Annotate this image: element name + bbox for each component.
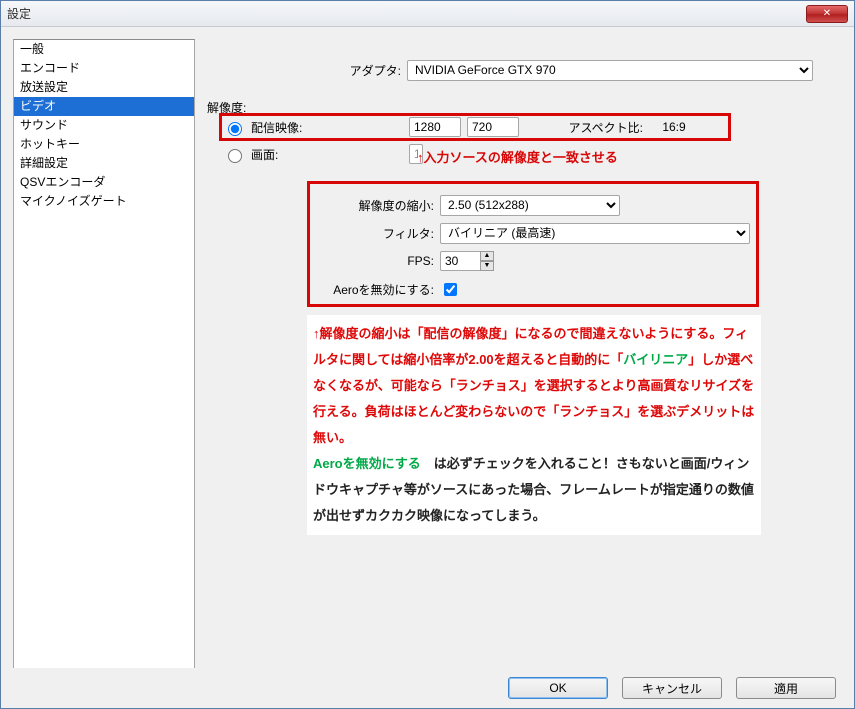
fps-up-icon[interactable]: ▲ (480, 251, 494, 261)
sidebar-item-video[interactable]: ビデオ (14, 97, 194, 116)
radio-stream-video[interactable] (228, 122, 242, 136)
adapter-select[interactable]: NVIDIA GeForce GTX 970 (407, 60, 813, 81)
annotation-text-resolution: ↑入力ソースの解像度と一致させる (417, 147, 618, 166)
filter-select[interactable]: バイリニア (最高速) (440, 223, 750, 244)
aero-label: Aeroを無効にする: (310, 281, 440, 298)
fps-input[interactable] (440, 251, 480, 271)
aspect-label: アスペクト比: (525, 119, 643, 136)
radio-screen-label: 画面: (251, 146, 403, 163)
width-input[interactable] (409, 117, 461, 137)
radio-stream-label: 配信映像: (251, 119, 403, 136)
filter-label: フィルタ: (310, 225, 440, 242)
fps-label: FPS: (310, 254, 440, 268)
sidebar-item-hotkey[interactable]: ホットキー (14, 135, 194, 154)
resolution-screen-row: 画面: (223, 143, 423, 165)
scale-select[interactable]: 2.50 (512x288) (440, 195, 620, 216)
sidebar-item-qsv[interactable]: QSVエンコーダ (14, 173, 194, 192)
settings-pane-video: アダプタ: NVIDIA GeForce GTX 970 解像度: 配信映像: … (207, 39, 842, 662)
content-area: 一般 エンコード 放送設定 ビデオ サウンド ホットキー 詳細設定 QSVエンコ… (1, 27, 854, 708)
resolution-stream-row: 配信映像: アスペクト比: 16:9 (223, 116, 699, 138)
sidebar-nav: 一般 エンコード 放送設定 ビデオ サウンド ホットキー 詳細設定 QSVエンコ… (13, 39, 195, 675)
close-button[interactable]: ✕ (806, 5, 848, 23)
sidebar-item-general[interactable]: 一般 (14, 40, 194, 59)
aspect-value: 16:9 (649, 120, 699, 134)
height-input[interactable] (467, 117, 519, 137)
titlebar: 設定 ✕ (1, 1, 854, 27)
apply-button[interactable]: 適用 (736, 677, 836, 699)
aero-checkbox[interactable] (444, 283, 457, 296)
adapter-row: アダプタ: NVIDIA GeForce GTX 970 (207, 59, 842, 81)
annotation-notes: ↑解像度の縮小は「配信の解像度」になるので間違えないようにする。フィルタに関して… (307, 315, 761, 535)
sidebar-item-encode[interactable]: エンコード (14, 59, 194, 78)
fps-down-icon[interactable]: ▼ (480, 261, 494, 271)
radio-screen[interactable] (228, 149, 242, 163)
note1-green: バイリニア (623, 352, 688, 367)
cancel-button[interactable]: キャンセル (622, 677, 722, 699)
sidebar-item-broadcast[interactable]: 放送設定 (14, 78, 194, 97)
sidebar-item-sound[interactable]: サウンド (14, 116, 194, 135)
sidebar-item-advanced[interactable]: 詳細設定 (14, 154, 194, 173)
adapter-label: アダプタ: (207, 62, 407, 79)
sidebar-item-micgate[interactable]: マイクノイズゲート (14, 192, 194, 211)
annotation-box-scale: 解像度の縮小: 2.50 (512x288) フィルタ: バイリニア (最高速)… (307, 181, 759, 307)
fps-spinner[interactable]: ▲ ▼ (440, 251, 494, 271)
window-title: 設定 (7, 5, 806, 22)
scale-label: 解像度の縮小: (310, 197, 440, 214)
ok-button[interactable]: OK (508, 677, 608, 699)
note2-green: Aeroを無効にする (313, 456, 421, 471)
bottom-bar: OK キャンセル 適用 (1, 668, 854, 708)
